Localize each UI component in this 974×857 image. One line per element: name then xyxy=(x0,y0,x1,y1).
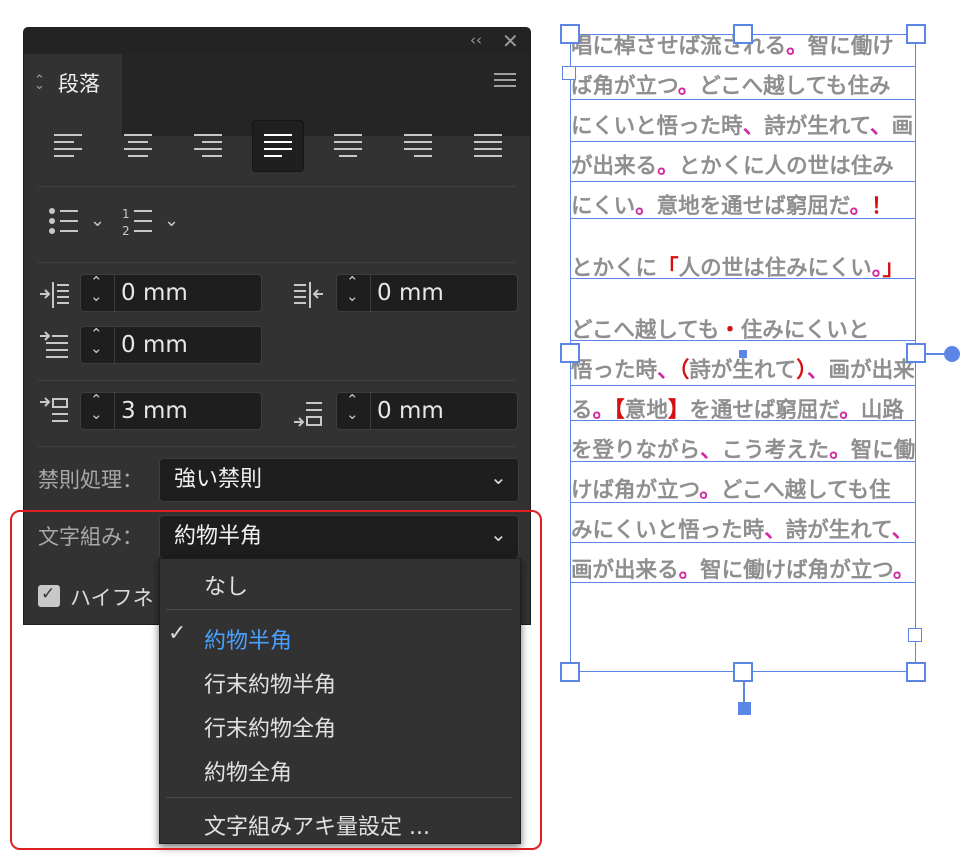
left-indent-value: 0 mm xyxy=(121,280,188,306)
left-indent-field[interactable]: ⌃ ⌄ 0 mm xyxy=(80,273,262,312)
chevron-down-icon[interactable]: ⌄ xyxy=(490,465,507,489)
right-indent-value: 0 mm xyxy=(377,280,444,306)
bullet-list-button[interactable] xyxy=(48,206,88,240)
text-line: にくいと悟った時、詩が生れて、画 xyxy=(571,114,914,139)
chevron-down-icon[interactable]: ⌄ xyxy=(346,287,359,305)
frame-handle[interactable] xyxy=(906,343,926,363)
chevron-down-icon[interactable]: ⌄ xyxy=(90,405,103,423)
panel-menu-icon[interactable] xyxy=(494,71,516,93)
stepper[interactable]: ⌃ ⌄ xyxy=(337,273,371,311)
space-before-icon xyxy=(38,396,72,432)
center-point-icon xyxy=(739,350,747,358)
text-line: る。【意地】を通せば窮屈だ。山路 xyxy=(571,398,904,423)
numbered-list-button[interactable]: 12 xyxy=(122,206,162,240)
frame-handle[interactable] xyxy=(906,662,926,682)
frame-handle[interactable] xyxy=(906,24,926,44)
kinsoku-dropdown[interactable]: 強い禁則 ⌄ xyxy=(159,458,519,502)
right-indent-icon xyxy=(292,280,326,314)
kinsoku-value: 強い禁則 xyxy=(174,467,263,492)
rotate-handle-icon[interactable] xyxy=(944,346,960,362)
text-line: が出来る。とかくに人の世は住み xyxy=(571,154,894,179)
frame-handle[interactable] xyxy=(560,24,580,44)
justify-last-center-button[interactable] xyxy=(322,120,374,172)
chevron-updown-icon[interactable]: ⌃ ⌄ xyxy=(34,73,45,103)
justify-all-button[interactable] xyxy=(462,120,514,172)
space-before-field[interactable]: ⌃ ⌄ 3 mm xyxy=(80,391,262,430)
first-line-indent-field[interactable]: ⌃ ⌄ 0 mm xyxy=(80,325,262,364)
right-indent-field[interactable]: ⌃ ⌄ 0 mm xyxy=(336,273,518,312)
text-line: を登りながら、こう考えた。智に働 xyxy=(571,438,916,463)
divider xyxy=(38,446,516,447)
highlight-box xyxy=(10,510,542,850)
chevron-down-icon[interactable]: ⌄ xyxy=(346,405,359,423)
out-port-icon[interactable] xyxy=(908,628,922,642)
text-line: ば角が立つ。どこへ越しても住み xyxy=(571,74,891,99)
bottom-handle-icon[interactable] xyxy=(738,702,751,715)
chevron-down-icon[interactable]: ⌄ xyxy=(164,210,179,231)
collapse-icon[interactable]: ‹‹ xyxy=(470,31,482,49)
text-line: とかくに「人の世は住みにくい。」 xyxy=(571,256,905,281)
panel-titlebar[interactable]: ‹‹ ✕ xyxy=(24,28,530,54)
text-line: けば角が立つ。どこへ越しても住 xyxy=(571,478,891,503)
divider xyxy=(38,380,516,381)
rotate-connector xyxy=(926,353,944,355)
frame-handle[interactable] xyxy=(560,662,580,682)
text-line: 画が出来る。智に働けば角が立つ。 xyxy=(571,558,915,583)
stepper[interactable]: ⌃ ⌄ xyxy=(337,391,371,429)
text-line: どこへ越しても・住みにくいと xyxy=(571,318,870,343)
align-left-button[interactable] xyxy=(42,120,94,172)
alignment-row xyxy=(38,120,518,172)
stepper[interactable]: ⌃ ⌄ xyxy=(81,273,115,311)
text-line: みにくいと悟った時、詩が生れて、 xyxy=(571,518,914,543)
justify-last-right-button[interactable] xyxy=(392,120,444,172)
left-indent-icon xyxy=(38,280,72,314)
space-after-field[interactable]: ⌃ ⌄ 0 mm xyxy=(336,391,518,430)
bottom-connector xyxy=(743,682,745,702)
space-after-value: 0 mm xyxy=(377,398,444,424)
svg-text:1: 1 xyxy=(122,207,130,221)
space-before-value: 3 mm xyxy=(121,398,188,424)
first-line-indent-value: 0 mm xyxy=(121,332,188,358)
tab-title: 段落 xyxy=(58,72,100,96)
justify-last-left-button[interactable] xyxy=(252,120,304,172)
frame-handle[interactable] xyxy=(560,343,580,363)
divider xyxy=(38,186,516,187)
align-right-button[interactable] xyxy=(182,120,234,172)
text-line: 悟った時、（詩が生れて）、画が出来 xyxy=(571,358,915,383)
svg-text:2: 2 xyxy=(122,224,130,238)
chevron-down-icon[interactable]: ⌄ xyxy=(90,210,105,231)
close-icon[interactable]: ✕ xyxy=(502,29,519,53)
first-line-indent-icon xyxy=(38,330,72,366)
kinsoku-label: 禁則処理： xyxy=(38,468,143,492)
align-center-button[interactable] xyxy=(112,120,164,172)
frame-handle[interactable] xyxy=(733,662,753,682)
divider xyxy=(38,262,516,263)
chevron-down-icon[interactable]: ⌄ xyxy=(90,339,103,357)
space-after-icon xyxy=(292,398,326,434)
in-port-icon[interactable] xyxy=(562,66,576,80)
stepper[interactable]: ⌃ ⌄ xyxy=(81,325,115,363)
stepper[interactable]: ⌃ ⌄ xyxy=(81,391,115,429)
baseline xyxy=(571,66,916,67)
text-line: にくい。意地を通せば窮屈だ。！ xyxy=(571,194,893,219)
chevron-down-icon[interactable]: ⌄ xyxy=(90,287,103,305)
frame-handle[interactable] xyxy=(733,24,753,44)
